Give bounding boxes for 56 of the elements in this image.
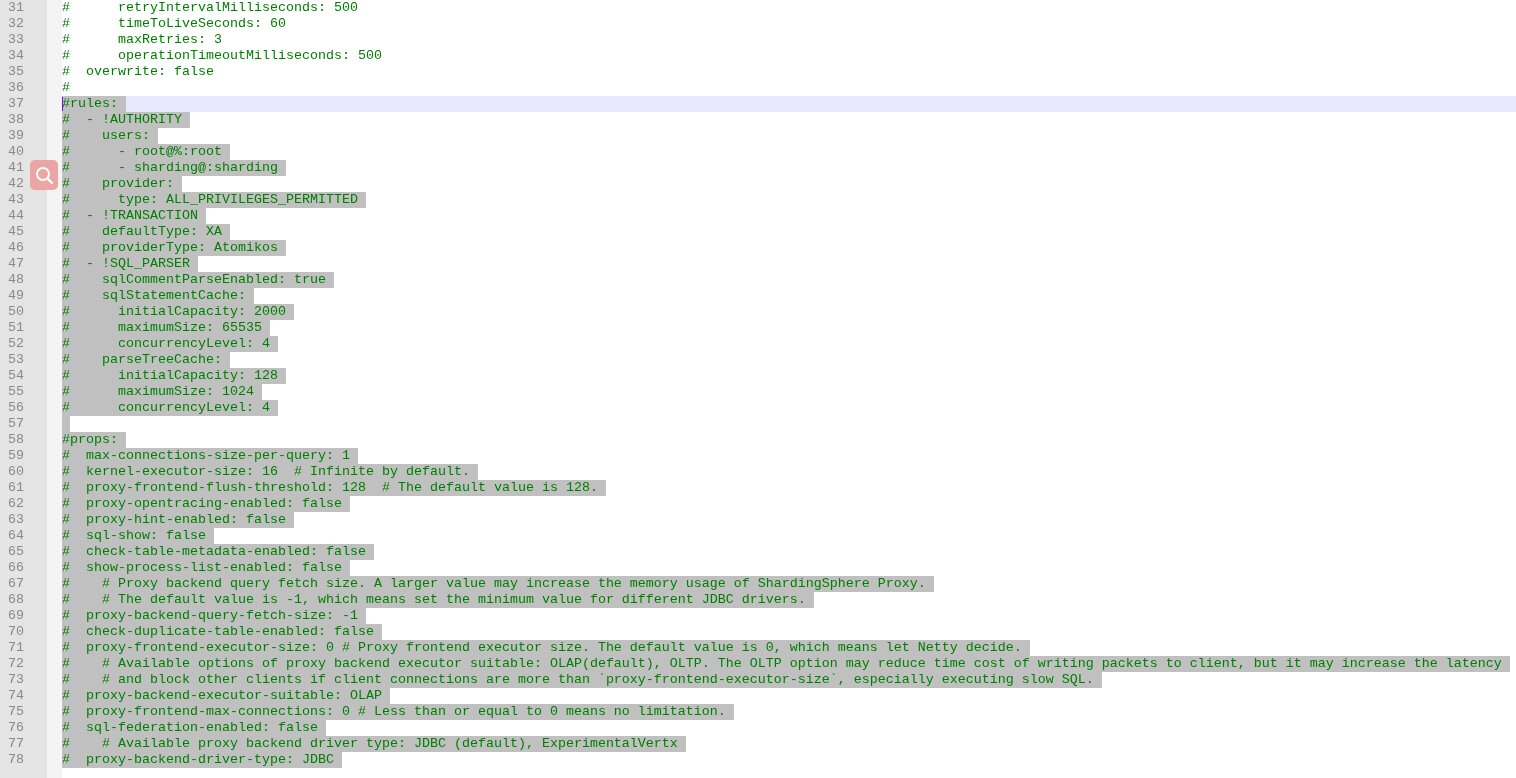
line-number: 73 [8,672,24,687]
line-number: 36 [8,80,24,95]
line-number: 78 [8,752,24,767]
line-number: 35 [8,64,24,79]
line-number: 72 [8,656,24,671]
line-number: 64 [8,528,24,543]
line-number: 67 [8,576,24,591]
line-number: 60 [8,464,24,479]
line-number: 77 [8,736,24,751]
line-number: 69 [8,608,24,623]
line-number: 70 [8,624,24,639]
line-number: 76 [8,720,24,735]
line-number: 34 [8,48,24,63]
line-number: 42 [8,176,24,191]
line-number: 48 [8,272,24,287]
code-line: # maxRetries: 3 [62,32,222,48]
line-number: 53 [8,352,24,367]
line-number: 49 [8,288,24,303]
line-number: 44 [8,208,24,223]
line-number: 39 [8,128,24,143]
line-number: 38 [8,112,24,127]
line-number: 74 [8,688,24,703]
line-number: 68 [8,592,24,607]
line-number: 63 [8,512,24,527]
line-number: 41 [8,160,24,175]
line-number: 61 [8,480,24,495]
code-line: # operationTimeoutMilliseconds: 500 [62,48,382,64]
line-number: 54 [8,368,24,383]
line-number: 55 [8,384,24,399]
line-number: 65 [8,544,24,559]
line-number: 40 [8,144,24,159]
code-line: # timeToLiveSeconds: 60 [62,16,286,32]
line-number: 75 [8,704,24,719]
line-number: 37 [8,96,24,111]
line-number: 56 [8,400,24,415]
search-icon[interactable] [30,160,58,190]
line-number: 66 [8,560,24,575]
code-line: # retryIntervalMilliseconds: 500 [62,0,358,16]
line-number: 59 [8,448,24,463]
line-number: 50 [8,304,24,319]
line-number: 58 [8,432,24,447]
line-number: 43 [8,192,24,207]
line-number: 31 [8,0,24,15]
line-number: 45 [8,224,24,239]
code-line: # overwrite: false [62,64,214,80]
line-number: 33 [8,32,24,47]
line-number: 57 [8,416,24,431]
line-number: 71 [8,640,24,655]
line-number: 46 [8,240,24,255]
text-cursor [62,97,63,111]
code-line: # [62,80,70,96]
line-number: 52 [8,336,24,351]
line-number: 51 [8,320,24,335]
line-number: 62 [8,496,24,511]
line-number: 47 [8,256,24,271]
line-number: 32 [8,16,24,31]
